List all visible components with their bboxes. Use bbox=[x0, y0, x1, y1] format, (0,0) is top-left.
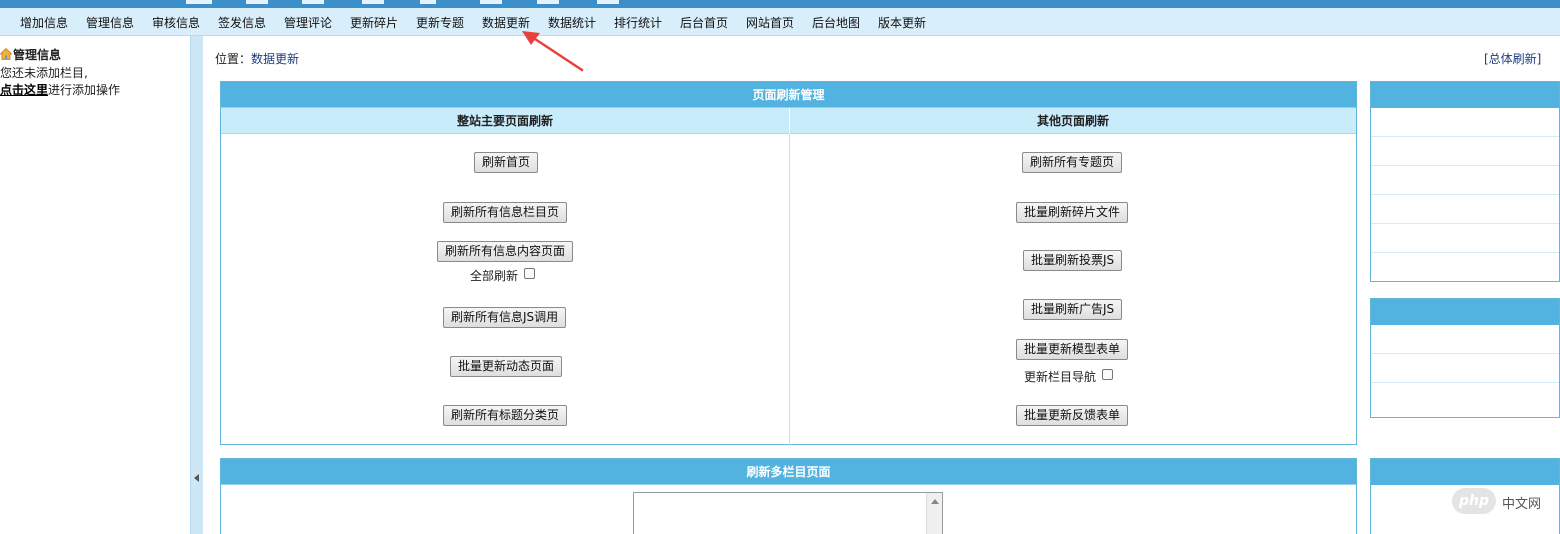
refresh-homepage-button[interactable]: 刷新首页 bbox=[474, 152, 539, 173]
scroll-up-icon[interactable] bbox=[931, 499, 939, 504]
sidebar-hint-line2: 点击这里进行添加操作 bbox=[0, 81, 120, 98]
other-pages-header: 其他页面刷新 bbox=[790, 108, 1356, 134]
menu-item-manage-info[interactable]: 管理信息 bbox=[86, 14, 134, 31]
sidebar-title-text: 管理信息 bbox=[13, 48, 62, 62]
right-panel-row bbox=[1371, 166, 1559, 195]
update-feedback-forms-button[interactable]: 批量更新反馈表单 bbox=[1016, 405, 1129, 426]
menu-item-ranking-stats[interactable]: 排行统计 bbox=[614, 14, 662, 31]
refresh-topic-pages-button[interactable]: 刷新所有专题页 bbox=[1022, 152, 1123, 173]
right-panel-row bbox=[1371, 195, 1559, 224]
add-column-link[interactable]: 点击这里 bbox=[0, 83, 48, 97]
sidebar-hint-line1: 您还未添加栏目, bbox=[0, 66, 88, 80]
refresh-all-option: 全部刷新 bbox=[470, 267, 536, 284]
refresh-fragment-files-button[interactable]: 批量刷新碎片文件 bbox=[1016, 202, 1129, 223]
menu-item-admin-map[interactable]: 后台地图 bbox=[812, 14, 860, 31]
column-select-list[interactable] bbox=[633, 492, 943, 534]
collapse-arrow-icon[interactable] bbox=[194, 474, 199, 482]
refresh-vote-js-button[interactable]: 批量刷新投票JS bbox=[1023, 250, 1123, 271]
breadcrumb-prefix: 位置： bbox=[215, 52, 252, 66]
annotation-arrow-icon bbox=[522, 31, 584, 72]
refresh-title-category-button[interactable]: 刷新所有标题分类页 bbox=[443, 405, 568, 426]
left-sidebar: 管理信息 您还未添加栏目, 点击这里进行添加操作 bbox=[0, 36, 190, 534]
menu-item-update-topics[interactable]: 更新专题 bbox=[416, 14, 464, 31]
multi-column-panel-title: 刷新多栏目页面 bbox=[221, 459, 1356, 485]
nav-stub bbox=[362, 0, 384, 4]
update-nav-option: 更新栏目导航 bbox=[1024, 368, 1114, 385]
nav-stub bbox=[537, 0, 559, 4]
update-dynamic-pages-button[interactable]: 批量更新动态页面 bbox=[450, 356, 563, 377]
right-secondary-panel bbox=[1370, 298, 1560, 418]
menu-item-update-fragments[interactable]: 更新碎片 bbox=[350, 14, 398, 31]
nav-stub bbox=[420, 0, 436, 4]
right-info-panel bbox=[1370, 81, 1560, 282]
right-panel-row bbox=[1371, 224, 1559, 253]
refresh-column-pages-button[interactable]: 刷新所有信息栏目页 bbox=[443, 202, 568, 223]
column-divider bbox=[789, 134, 790, 445]
breadcrumb: 位置：数据更新 bbox=[215, 50, 299, 67]
nav-stub bbox=[480, 0, 502, 4]
sidebar-hint-rest: 进行添加操作 bbox=[48, 83, 121, 97]
right-panel-header bbox=[1371, 82, 1559, 108]
update-nav-checkbox[interactable] bbox=[1102, 369, 1114, 380]
menu-item-version-update[interactable]: 版本更新 bbox=[878, 14, 926, 31]
sidebar-splitter[interactable] bbox=[190, 36, 203, 534]
refresh-all-checkbox[interactable] bbox=[524, 268, 536, 279]
multi-column-refresh-panel: 刷新多栏目页面 bbox=[220, 458, 1357, 534]
right-panel-header bbox=[1371, 459, 1559, 485]
secondary-menu: 增加信息 管理信息 审核信息 签发信息 管理评论 更新碎片 更新专题 数据更新 … bbox=[0, 8, 1560, 36]
page-refresh-panel-title: 页面刷新管理 bbox=[221, 82, 1356, 108]
right-panel-row bbox=[1371, 108, 1559, 137]
refresh-all-checkbox-label: 全部刷新 bbox=[470, 269, 519, 283]
nav-stub bbox=[597, 0, 619, 4]
right-panel-header bbox=[1371, 299, 1559, 325]
nav-stub bbox=[246, 0, 268, 4]
menu-item-review-info[interactable]: 审核信息 bbox=[152, 14, 200, 31]
sidebar-title: 管理信息 bbox=[0, 46, 61, 63]
menu-item-add-info[interactable]: 增加信息 bbox=[20, 14, 68, 31]
right-panel-row bbox=[1371, 325, 1559, 354]
refresh-ad-js-button[interactable]: 批量刷新广告JS bbox=[1023, 299, 1123, 320]
refresh-content-pages-button[interactable]: 刷新所有信息内容页面 bbox=[437, 241, 574, 262]
home-icon bbox=[0, 48, 12, 60]
menu-item-manage-comments[interactable]: 管理评论 bbox=[284, 14, 332, 31]
list-scrollbar[interactable] bbox=[926, 493, 942, 534]
nav-stub bbox=[186, 0, 212, 4]
nav-stub bbox=[302, 0, 324, 4]
watermark-badge: php bbox=[1452, 488, 1496, 514]
main-pages-header: 整站主要页面刷新 bbox=[221, 108, 789, 134]
top-nav-strip bbox=[0, 0, 1560, 8]
refresh-all-link[interactable]: [总体刷新] bbox=[1484, 50, 1541, 67]
update-model-forms-button[interactable]: 批量更新模型表单 bbox=[1016, 339, 1129, 360]
page-refresh-panel: 页面刷新管理 整站主要页面刷新 其他页面刷新 刷新首页 刷新所有信息栏目页 刷新… bbox=[220, 81, 1357, 445]
refresh-js-calls-button[interactable]: 刷新所有信息JS调用 bbox=[443, 307, 567, 328]
right-panel-row bbox=[1371, 354, 1559, 383]
right-panel-row bbox=[1371, 137, 1559, 166]
site-watermark: php 中文网 bbox=[1452, 488, 1558, 516]
menu-item-site-home[interactable]: 网站首页 bbox=[746, 14, 794, 31]
update-nav-checkbox-label: 更新栏目导航 bbox=[1024, 370, 1097, 384]
breadcrumb-current: 数据更新 bbox=[251, 52, 300, 66]
menu-item-admin-home[interactable]: 后台首页 bbox=[680, 14, 728, 31]
menu-item-sign-info[interactable]: 签发信息 bbox=[218, 14, 266, 31]
watermark-text: 中文网 bbox=[1502, 497, 1542, 512]
